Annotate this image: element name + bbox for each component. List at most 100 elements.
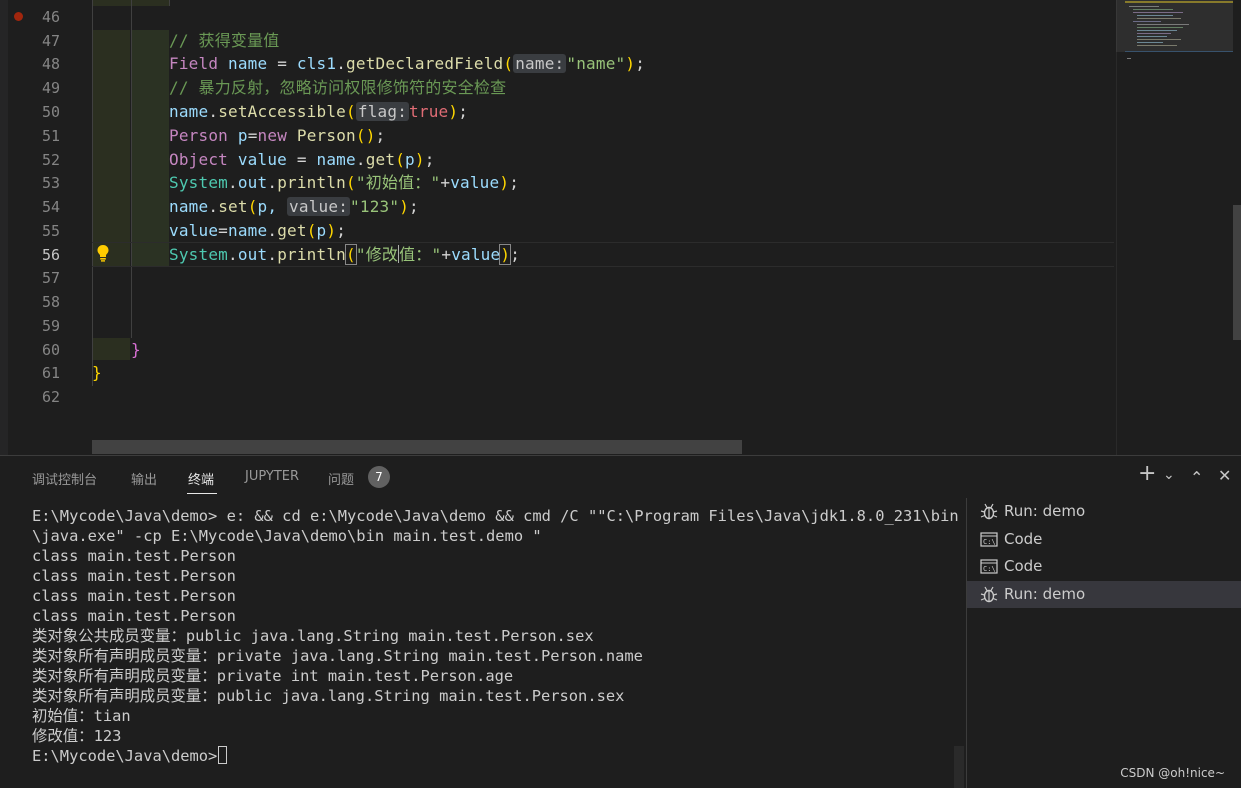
line-number: 61 <box>41 364 60 382</box>
terminal-instance[interactable]: Run: demo <box>967 498 1241 525</box>
new-terminal-icon[interactable]: + <box>1138 461 1156 486</box>
code-line[interactable]: 55 value=name.get(p); <box>0 219 1115 243</box>
code-line[interactable]: 54 name.set(p, value: "123"); <box>0 195 1115 219</box>
code-line[interactable]: 52 Object value = name.get(p); <box>0 148 1115 172</box>
terminal-instance[interactable]: C:\ Code <box>967 526 1241 553</box>
terminal-cursor <box>218 746 228 764</box>
tab-output[interactable]: 输出 <box>131 469 157 488</box>
code-text: Person p=new Person(); <box>169 126 386 145</box>
code-line[interactable]: 49 // 暴力反射，忽略访问权限修饰符的安全检查 <box>0 76 1115 100</box>
code-text: value=name.get(p); <box>169 221 347 240</box>
tab-problems[interactable]: 问题 <box>328 469 354 488</box>
terminal-instance[interactable]: C:\ Code <box>967 553 1241 580</box>
closing-brace: } <box>92 363 102 382</box>
inlay-hint: flag: <box>355 102 410 121</box>
line-number: 50 <box>41 103 60 121</box>
active-tab-indicator <box>187 493 217 494</box>
terminal-line: E:\Mycode\Java\demo> e: && cd e:\Mycode\… <box>32 507 959 525</box>
panel-tabs: 调试控制台 输出 终端 JUPYTER 问题 7 + ⌄ ⌃ ✕ <box>0 456 1241 498</box>
terminal-instance-list: Run: demo C:\ Code C:\ Code Run: demo <box>966 498 1241 788</box>
tab-terminal[interactable]: 终端 <box>188 469 214 488</box>
code-line[interactable]: 60 } <box>0 338 1115 362</box>
code-text: System.out.println("修改值："+value); <box>169 244 521 265</box>
line-number: 60 <box>41 341 60 359</box>
bottom-panel: 调试控制台 输出 终端 JUPYTER 问题 7 + ⌄ ⌃ ✕ E:\Myco… <box>0 455 1241 788</box>
tab-debug-console[interactable]: 调试控制台 <box>32 469 97 488</box>
terminal-icon: C:\ <box>980 532 998 547</box>
terminal-icon: C:\ <box>980 559 998 574</box>
terminal-instance-label: Code <box>1004 530 1043 548</box>
terminal-line: 初始值：tian <box>32 707 131 725</box>
line-number: 62 <box>41 388 60 406</box>
terminal-line: class main.test.Person <box>32 587 236 605</box>
debug-icon <box>980 503 998 520</box>
terminal-instance-label: Run: demo <box>1004 502 1086 520</box>
code-line[interactable]: 46 <box>0 5 1115 29</box>
terminal-line: class main.test.Person <box>32 567 236 585</box>
terminal-instance-selected[interactable]: Run: demo <box>967 581 1241 608</box>
code-line-current[interactable]: 56 System.out.println("修改值："+value); <box>0 243 1115 267</box>
line-number: 46 <box>41 8 60 26</box>
code-line[interactable]: 62 <box>0 385 1115 409</box>
chevron-down-icon[interactable]: ⌄ <box>1163 467 1175 483</box>
code-line[interactable]: 61 } <box>0 361 1115 385</box>
lightbulb-icon[interactable] <box>95 244 111 262</box>
line-number: 53 <box>41 174 60 192</box>
code-text: Object value = name.get(p); <box>169 150 435 169</box>
line-number: 59 <box>41 317 60 335</box>
terminal-line: 类对象所有声明成员变量：private java.lang.String mai… <box>32 647 643 665</box>
code-comment: // 获得变量值 <box>169 31 280 50</box>
line-number: 55 <box>41 222 60 240</box>
terminal-line: 类对象公共成员变量：public java.lang.String main.t… <box>32 627 594 645</box>
line-number: 47 <box>41 32 60 50</box>
terminal-prompt-line[interactable]: E:\Mycode\Java\demo> <box>32 746 952 766</box>
code-line[interactable]: 58 <box>0 290 1115 314</box>
terminal-line: 类对象所有声明成员变量：private int main.test.Person… <box>32 667 514 685</box>
minimap-slider[interactable] <box>1116 0 1233 52</box>
code-line[interactable]: 57 <box>0 266 1115 290</box>
code-text: name.setAccessible(flag: true); <box>169 102 469 121</box>
closing-brace: } <box>131 340 141 359</box>
vertical-scrollbar-thumb[interactable] <box>1233 205 1241 340</box>
code-line[interactable]: 47 // 获得变量值 <box>0 29 1115 53</box>
terminal-scrollbar[interactable] <box>954 746 964 788</box>
debug-icon <box>980 586 998 603</box>
terminal-instance-label: Code <box>1004 557 1043 575</box>
code-text: System.out.println("初始值："+value); <box>169 173 520 192</box>
maximize-panel-icon[interactable]: ⌃ <box>1190 468 1203 487</box>
tab-jupyter[interactable]: JUPYTER <box>245 469 299 484</box>
terminal-line: \java.exe" -cp E:\Mycode\Java\demo\bin m… <box>32 527 542 545</box>
code-line[interactable]: 53 System.out.println("初始值："+value); <box>0 171 1115 195</box>
line-number: 57 <box>41 269 60 287</box>
line-number: 52 <box>41 151 60 169</box>
code-text: Field name = cls1.getDeclaredField(name:… <box>169 54 646 73</box>
code-line[interactable]: 48 Field name = cls1.getDeclaredField(na… <box>0 52 1115 76</box>
inlay-hint: name: <box>513 54 567 73</box>
close-panel-icon[interactable]: ✕ <box>1218 466 1231 485</box>
code-comment: // 暴力反射，忽略访问权限修饰符的安全检查 <box>169 78 507 97</box>
terminal-line: class main.test.Person <box>32 547 236 565</box>
minimap[interactable] <box>1116 0 1233 455</box>
problems-count-badge: 7 <box>368 466 390 488</box>
code-line[interactable]: 59 <box>0 314 1115 338</box>
line-number: 58 <box>41 293 60 311</box>
line-number: 56 <box>41 246 60 264</box>
line-number: 49 <box>41 79 60 97</box>
terminal-line: 修改值：123 <box>32 727 122 745</box>
line-number: 54 <box>41 198 60 216</box>
line-number: 51 <box>41 127 60 145</box>
terminal-line: class main.test.Person <box>32 607 236 625</box>
inlay-hint: value: <box>287 197 351 216</box>
code-line[interactable]: 51 Person p=new Person(); <box>0 124 1115 148</box>
horizontal-scrollbar-thumb[interactable] <box>92 440 742 454</box>
line-number: 48 <box>41 55 60 73</box>
svg-text:C:\: C:\ <box>983 538 996 546</box>
terminal-prompt: E:\Mycode\Java\demo> <box>32 747 218 765</box>
code-text: name.set(p, value: "123"); <box>169 197 419 216</box>
code-line[interactable]: 50 name.setAccessible(flag: true); <box>0 100 1115 124</box>
terminal-instance-label: Run: demo <box>1004 585 1086 603</box>
svg-text:C:\: C:\ <box>983 565 996 573</box>
terminal-output[interactable]: E:\Mycode\Java\demo> e: && cd e:\Mycode\… <box>32 506 959 766</box>
code-editor[interactable]: 46 47 // 获得变量值 48 Field name = cls1.getD… <box>0 0 1241 455</box>
terminal-line: 类对象所有声明成员变量：public java.lang.String main… <box>32 687 625 705</box>
